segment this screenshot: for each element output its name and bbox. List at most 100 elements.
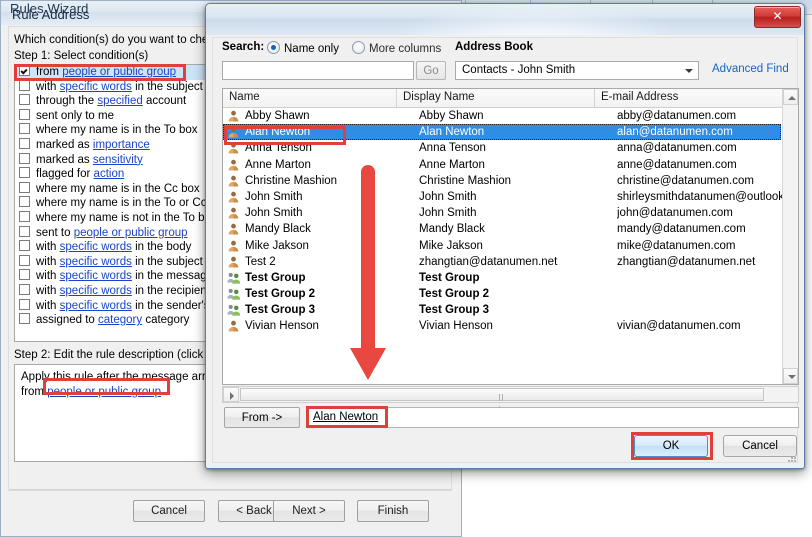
contact-row[interactable]: Anne Marton Anne Marton anne@datanumen.com xyxy=(223,157,781,173)
condition-checkbox[interactable] xyxy=(19,108,30,120)
advanced-find-link[interactable]: Advanced Find xyxy=(712,63,789,75)
condition-checkbox[interactable] xyxy=(19,283,30,295)
condition-checkbox[interactable] xyxy=(19,123,30,135)
condition-text-before: flagged for xyxy=(36,168,94,181)
condition-checkbox[interactable] xyxy=(19,210,30,222)
close-icon[interactable]: ✕ xyxy=(754,6,801,28)
radio-name-only-icon xyxy=(267,41,280,54)
condition-link[interactable]: category xyxy=(98,314,142,326)
person-icon xyxy=(227,240,240,252)
contact-row[interactable]: John Smith John Smith shirleysmithdatanume… xyxy=(223,189,782,205)
condition-link[interactable]: sensitivity xyxy=(93,154,143,166)
condition-checkbox[interactable] xyxy=(19,269,30,281)
address-list-header: Name Display Name E-mail Address xyxy=(223,89,798,108)
contact-name: Mandy Black xyxy=(245,223,311,236)
condition-checkbox[interactable] xyxy=(19,152,30,164)
scroll-up-button[interactable] xyxy=(783,89,798,105)
condition-text-before: through the xyxy=(36,95,98,108)
from-button[interactable]: From -> xyxy=(224,407,300,428)
contact-email: abby@datanumen.com xyxy=(617,110,737,122)
group-icon xyxy=(227,304,241,316)
column-header[interactable]: Display Name xyxy=(397,89,595,107)
condition-text-before: where my name is in the To or Cc box xyxy=(36,197,229,210)
annotation-highlight-selected-contact xyxy=(224,126,346,145)
contact-display-name: Abby Shawn xyxy=(419,110,484,122)
wizard-cancel-button[interactable]: Cancel xyxy=(133,500,205,522)
contact-display-name: Anna Tenson xyxy=(419,142,486,155)
column-header[interactable]: Name xyxy=(223,89,397,107)
condition-checkbox[interactable] xyxy=(19,196,30,208)
condition-text-before: where my name is not in the To box xyxy=(36,211,217,224)
contact-email: anna@datanumen.com xyxy=(617,142,737,155)
contact-row[interactable]: Mandy Black Mandy Black mandy@datanumen.co… xyxy=(223,221,781,237)
condition-text-before: with xyxy=(36,299,60,312)
contact-row[interactable]: Test Group 2 Test Group 2 xyxy=(223,286,781,302)
go-button[interactable]: Go xyxy=(416,61,446,80)
contact-email: vivian@datanumen.com xyxy=(617,320,741,333)
contact-row[interactable]: Mike Jakson Mike Jakson mike@datanumen.com xyxy=(223,238,781,254)
address-book-select[interactable]: Contacts - John Smith xyxy=(455,61,699,80)
condition-checkbox[interactable] xyxy=(19,254,30,266)
condition-link[interactable]: specific words xyxy=(60,81,132,93)
rules-wizard-button-bar: Cancel < Back Next > Finish xyxy=(0,496,462,530)
address-book-label: Address Book xyxy=(455,41,533,53)
condition-link[interactable]: specified xyxy=(97,95,142,107)
contact-row[interactable]: Test Group 3 Test Group 3 xyxy=(223,302,781,318)
condition-text-before: where my name is in the Cc box xyxy=(36,182,200,195)
contact-name: John Smith xyxy=(245,190,303,203)
contact-row[interactable]: Test Group Test Group xyxy=(223,270,781,286)
scroll-right-button[interactable] xyxy=(223,387,239,402)
condition-link[interactable]: importance xyxy=(93,139,150,151)
contact-row[interactable]: Abby Shawn Abby Shawn abby@datanumen.com xyxy=(223,108,781,124)
radio-more-columns[interactable]: More columns xyxy=(352,41,441,55)
wizard-next-button[interactable]: Next > xyxy=(273,500,345,522)
scroll-down-button[interactable] xyxy=(783,368,798,384)
condition-text-before: with xyxy=(36,241,60,254)
condition-link[interactable]: specific words xyxy=(60,241,132,253)
horizontal-scroll-thumb[interactable] xyxy=(240,388,764,413)
condition-checkbox[interactable] xyxy=(19,313,30,325)
contact-email: christine@datanumen.com xyxy=(617,174,754,187)
condition-link[interactable]: action xyxy=(94,168,125,180)
condition-link[interactable]: specific words xyxy=(60,300,132,312)
condition-text-before: where my name is in the To box xyxy=(36,124,198,137)
rules-wizard-step1-label: Step 1: Select condition(s) xyxy=(14,50,149,62)
condition-checkbox[interactable] xyxy=(19,181,30,193)
contact-row[interactable]: Test 2 zhangtian@datanumen.net zhangtian@d… xyxy=(223,254,781,270)
cancel-button[interactable]: Cancel xyxy=(723,435,797,457)
condition-checkbox[interactable] xyxy=(19,79,30,91)
condition-link[interactable]: people or public group xyxy=(74,227,188,239)
condition-text-before: sent to xyxy=(36,226,74,239)
condition-checkbox[interactable] xyxy=(19,240,30,252)
condition-link[interactable]: specific words xyxy=(60,270,132,282)
condition-link[interactable]: specific words xyxy=(60,256,132,268)
contact-display-name: Test Group 2 xyxy=(419,288,490,301)
contact-name: Christine Mashion xyxy=(245,174,338,187)
person-icon xyxy=(227,207,240,219)
search-input[interactable] xyxy=(222,61,414,80)
condition-link[interactable]: specific words xyxy=(60,285,132,297)
contact-name: Test Group 2 xyxy=(245,288,316,301)
column-header[interactable]: E-mail Address xyxy=(595,89,798,107)
contact-row[interactable]: Christine Mashion Christine Mashion christ… xyxy=(223,173,781,189)
contact-name: Abby Shawn xyxy=(245,110,310,122)
annotation-highlight-from-value xyxy=(306,406,388,428)
condition-checkbox[interactable] xyxy=(19,225,30,237)
condition-checkbox[interactable] xyxy=(19,94,30,106)
wizard-finish-button[interactable]: Finish xyxy=(357,500,429,522)
rules-wizard-separator xyxy=(10,489,452,490)
condition-checkbox[interactable] xyxy=(19,298,30,310)
contact-row[interactable]: Vivian Henson Vivian Henson vivian@datanum… xyxy=(223,318,781,334)
rule-address-titlebar[interactable] xyxy=(206,4,804,35)
contact-name: Anne Marton xyxy=(245,158,311,171)
radio-name-only[interactable]: Name only xyxy=(267,41,339,55)
address-list-vertical-scrollbar[interactable] xyxy=(782,89,798,384)
contact-display-name: Mike Jakson xyxy=(419,239,483,252)
contact-row[interactable]: John Smith John Smith john@datanumen.com xyxy=(223,205,781,221)
address-list-horizontal-scrollbar[interactable] xyxy=(222,386,799,413)
condition-checkbox[interactable] xyxy=(19,167,30,179)
person-icon xyxy=(227,159,240,171)
condition-checkbox[interactable] xyxy=(19,137,30,149)
contact-name: Test Group xyxy=(245,271,306,284)
contact-display-name: John Smith xyxy=(419,190,477,203)
